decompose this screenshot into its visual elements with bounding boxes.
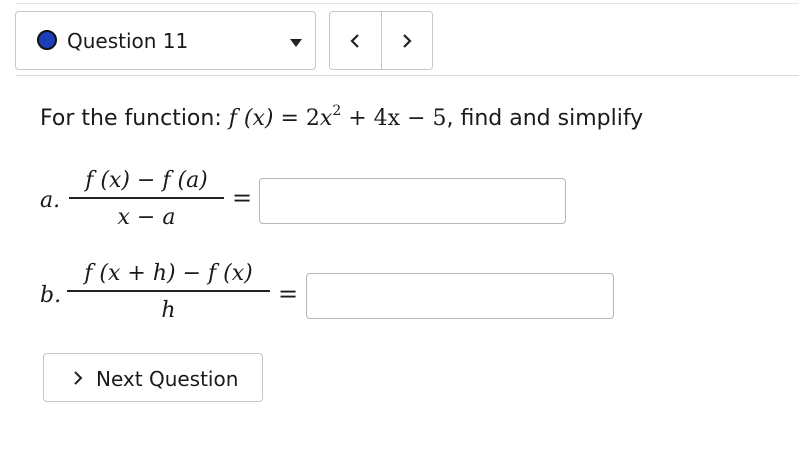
- status-dot-icon: [37, 30, 57, 50]
- part-a-answer-input[interactable]: [259, 178, 566, 224]
- part-a-denominator: x − a: [117, 204, 176, 230]
- part-a-equals: =: [232, 184, 253, 212]
- function-lhs: f (x): [228, 106, 274, 131]
- next-question-arrow-button[interactable]: [380, 12, 432, 69]
- chevron-left-icon: [350, 33, 360, 48]
- function-expression: f (x) = 2x2 + 4x − 5: [228, 103, 447, 131]
- function-var: x: [319, 106, 333, 131]
- part-b-equals: =: [278, 280, 299, 308]
- question-nav: [329, 11, 433, 70]
- question-select[interactable]: Question 11: [15, 11, 316, 70]
- question-prompt: For the function: f (x) = 2x2 + 4x − 5, …: [40, 103, 643, 135]
- chevron-right-icon: [74, 371, 83, 385]
- question-label: Question 11: [67, 29, 189, 53]
- function-equals: =: [280, 106, 299, 131]
- caret-down-icon: [290, 39, 302, 47]
- prompt-prefix: For the function:: [40, 106, 229, 131]
- header-divider: [16, 75, 799, 76]
- next-question-label: Next Question: [96, 367, 239, 391]
- function-exponent: 2: [332, 103, 342, 119]
- top-divider: [16, 3, 799, 4]
- part-b-numerator: f (x + h) − f (x): [84, 261, 253, 286]
- chevron-right-icon: [403, 33, 412, 48]
- next-question-button[interactable]: Next Question: [43, 353, 263, 402]
- part-b-denominator: h: [161, 297, 176, 323]
- part-a-numerator: f (x) − f (a): [85, 168, 208, 193]
- part-a-fraction: f (x) − f (a) x − a: [69, 168, 224, 230]
- part-b-letter: b.: [40, 283, 62, 308]
- function-rest: + 4x − 5: [341, 106, 447, 131]
- prompt-suffix: , find and simplify: [446, 106, 644, 131]
- part-b-fraction: f (x + h) − f (x) h: [67, 261, 270, 323]
- part-a-letter: a.: [40, 188, 61, 213]
- function-coef: 2: [305, 106, 320, 131]
- previous-question-button[interactable]: [330, 12, 381, 69]
- part-b-answer-input[interactable]: [306, 273, 614, 319]
